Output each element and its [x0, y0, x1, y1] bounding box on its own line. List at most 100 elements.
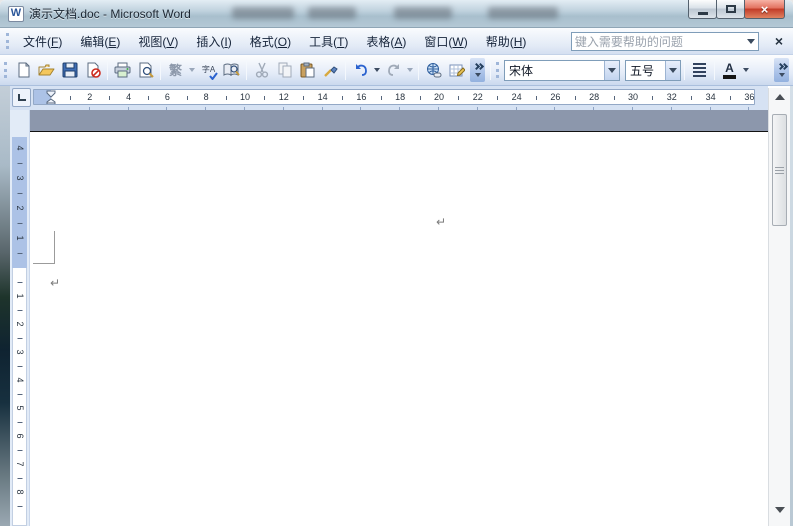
- text-boundary-cropmark-vertical: [54, 231, 55, 264]
- vruler-number: 3: [14, 175, 25, 181]
- hruler-number: 14: [317, 92, 328, 102]
- print-button[interactable]: [111, 59, 134, 82]
- word-window: W 演示文档.doc - Microsoft Word × 文件(F) 编辑(E)…: [0, 0, 793, 526]
- hruler-number: 36: [744, 92, 755, 102]
- menu-bar: 文件(F) 编辑(E) 视图(V) 插入(I) 格式(O) 工具(T) 表格(A) 窗口(W)…: [0, 28, 793, 55]
- vertical-ruler[interactable]: 4 3 2 1 1 2 3 4 5 6 7 8: [10, 110, 30, 526]
- format-painter-button[interactable]: [319, 59, 342, 82]
- hruler-number: 12: [278, 92, 289, 102]
- traditional-dropdown-icon[interactable]: [189, 68, 195, 72]
- open-folder-icon: [38, 64, 55, 76]
- indent-markers[interactable]: [43, 90, 67, 105]
- toolbar-options-arrow-icon: [474, 72, 481, 77]
- word-app-icon[interactable]: W: [8, 5, 24, 22]
- vruler-number: 8: [14, 489, 25, 495]
- vruler-number: 7: [14, 461, 25, 467]
- format-painter-icon: [324, 66, 338, 77]
- menu-e[interactable]: 编辑(E): [71, 29, 129, 54]
- font-color-dropdown-icon[interactable]: [743, 68, 749, 72]
- toolbar-row: 繁 字A 宋体 五号 A: [0, 55, 793, 86]
- open-button[interactable]: [35, 59, 58, 82]
- close-icon: ×: [760, 1, 769, 17]
- minimize-icon: [697, 11, 708, 15]
- undo-dropdown-icon[interactable]: [374, 68, 380, 72]
- font-color-icon: A: [723, 62, 736, 79]
- menu-i[interactable]: 插入(I): [187, 29, 240, 54]
- redo-dropdown-icon[interactable]: [407, 68, 413, 72]
- menu-h[interactable]: 帮助(H): [477, 29, 536, 54]
- maximize-button[interactable]: [716, 0, 745, 19]
- standard-toolbar-options-button[interactable]: [470, 58, 485, 82]
- vruler-number: 5: [14, 405, 25, 411]
- insert-hyperlink-button[interactable]: [422, 59, 445, 82]
- font-name-dropdown-button[interactable]: [604, 60, 619, 80]
- workspace-above-page: [30, 110, 768, 132]
- hanging-indent-marker: [46, 98, 56, 104]
- font-name-combobox[interactable]: 宋体: [504, 59, 620, 81]
- tables-borders-button[interactable]: [445, 59, 468, 82]
- distribute-align-button[interactable]: [688, 59, 711, 82]
- research-book-icon: [223, 63, 240, 76]
- menu-o[interactable]: 格式(O): [241, 29, 300, 54]
- word-icon-letter: W: [10, 7, 22, 19]
- scroll-down-button[interactable]: [772, 504, 787, 516]
- hruler-number: 10: [239, 92, 251, 102]
- window-title: 演示文档.doc - Microsoft Word: [29, 7, 191, 21]
- menu-a[interactable]: 表格(A): [357, 29, 415, 54]
- print-preview-icon: [139, 62, 154, 78]
- font-name-value: 宋体: [509, 63, 534, 78]
- close-button[interactable]: ×: [744, 0, 785, 19]
- formatting-toolbar-options-button[interactable]: [774, 58, 789, 82]
- redo-button[interactable]: [382, 59, 405, 82]
- standard-toolbar-grip[interactable]: [4, 62, 7, 78]
- vruler-number: 6: [14, 433, 25, 439]
- blurred-watermark: [394, 7, 452, 19]
- formatting-toolbar-grip[interactable]: [496, 62, 499, 78]
- help-question-input[interactable]: 键入需要帮助的问题: [570, 31, 759, 51]
- menu-f[interactable]: 文件(F): [14, 29, 71, 54]
- menu-t[interactable]: 工具(T): [300, 29, 357, 54]
- horizontal-ruler[interactable]: 2 4 6 8 10 12 14 16 18 20 22 24 26 28 30 32 34 36: [33, 89, 755, 105]
- new-document-button[interactable]: [12, 59, 35, 82]
- copy-button[interactable]: [273, 59, 296, 82]
- traditional-chinese-button[interactable]: 繁: [164, 59, 187, 82]
- window-controls: ×: [688, 0, 785, 19]
- vruler-number: 2: [14, 205, 25, 211]
- hruler-number: 34: [705, 92, 716, 102]
- hruler-number: 28: [589, 92, 600, 102]
- undo-button[interactable]: [349, 59, 372, 82]
- hruler-number: 6: [164, 92, 170, 102]
- scrollbar-thumb[interactable]: [772, 114, 787, 226]
- page-area[interactable]: ↵ ↵: [30, 110, 768, 526]
- spelling-check-icon: [209, 71, 218, 80]
- vertical-scrollbar[interactable]: [768, 88, 790, 526]
- font-size-dropdown-button[interactable]: [665, 60, 680, 80]
- tab-selector-button[interactable]: [12, 88, 31, 107]
- print-preview-button[interactable]: [134, 59, 157, 82]
- help-dropdown-icon[interactable]: [746, 38, 755, 44]
- font-color-button[interactable]: A: [718, 59, 741, 82]
- vertical-ruler-text-section: [12, 268, 27, 526]
- paragraph-mark: ↵: [50, 276, 61, 290]
- minimize-button[interactable]: [688, 0, 717, 19]
- menubar-close-button[interactable]: ×: [769, 34, 789, 48]
- first-line-indent-marker: [46, 90, 56, 98]
- spelling-grammar-button[interactable]: 字A: [197, 59, 220, 82]
- vruler-number: 1: [14, 293, 25, 299]
- blurred-watermark: [232, 7, 294, 19]
- menubar-grip-handle[interactable]: [6, 33, 9, 49]
- scroll-up-button[interactable]: [772, 90, 787, 104]
- menu-v[interactable]: 视图(V): [129, 29, 187, 54]
- permission-button[interactable]: [81, 59, 104, 82]
- text-boundary-cropmark-horizontal: [33, 263, 55, 264]
- paste-button[interactable]: [296, 59, 319, 82]
- font-size-combobox[interactable]: 五号: [625, 59, 681, 81]
- menu-w[interactable]: 窗口(W): [415, 29, 476, 54]
- paragraph-mark: ↵: [436, 215, 447, 229]
- save-floppy-icon: [62, 62, 77, 78]
- ruler-row: 2 4 6 8 10 12 14 16 18 20 22 24 26 28 30 32 34 36: [10, 86, 768, 110]
- vruler-number: 2: [14, 321, 25, 327]
- cut-button[interactable]: [250, 59, 273, 82]
- research-button[interactable]: [220, 59, 243, 82]
- save-button[interactable]: [58, 59, 81, 82]
